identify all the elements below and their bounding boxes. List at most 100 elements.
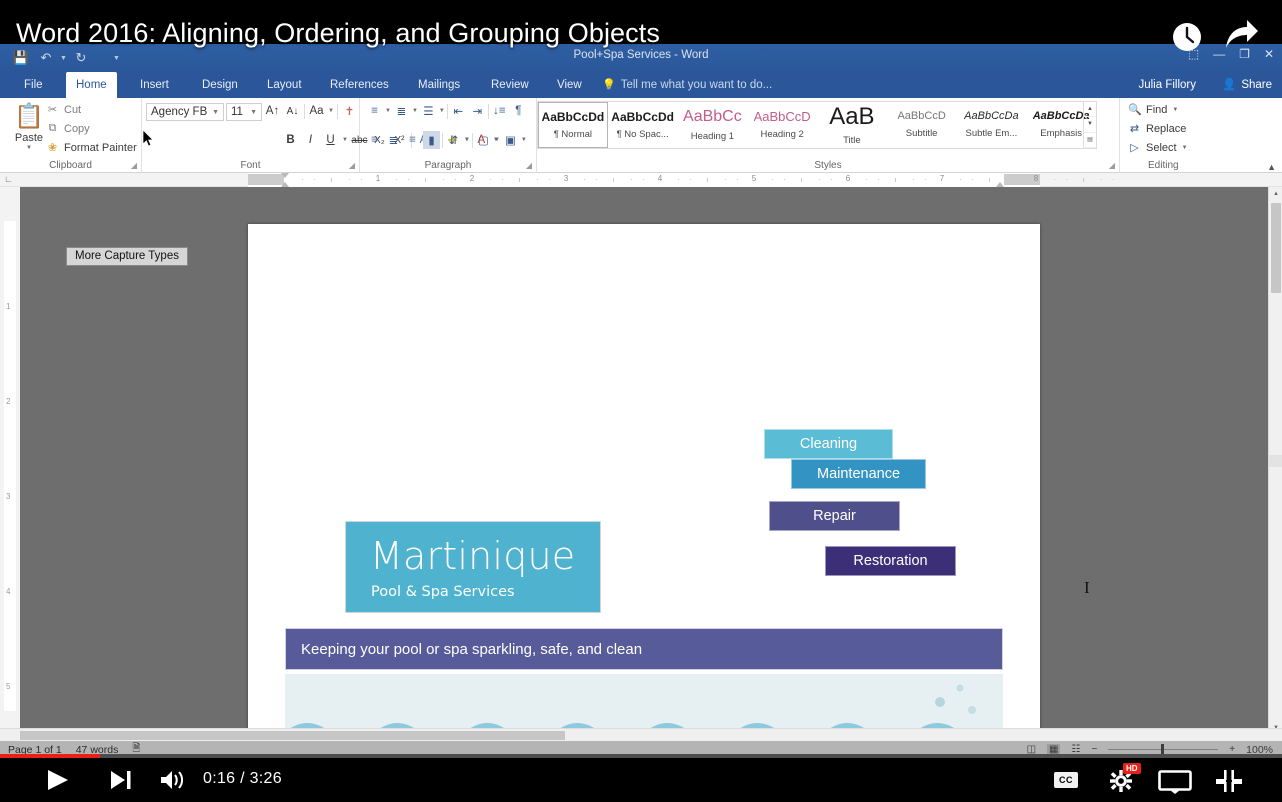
ruler-dot	[489, 179, 491, 180]
style-item-1[interactable]: AaBbCcDd ¶ No Spac...	[608, 102, 678, 148]
tab-design[interactable]: Design	[192, 72, 248, 98]
cut-button[interactable]: ✂ Cut	[46, 103, 81, 117]
bold-icon[interactable]: B	[282, 131, 299, 149]
ruler-half-tick	[989, 178, 990, 182]
justify-icon[interactable]: ▮	[423, 131, 440, 149]
clipboard-dialog-launcher[interactable]: ◢	[131, 161, 137, 170]
tab-mailings[interactable]: Mailings	[408, 72, 470, 98]
style-item-4[interactable]: AaB Title	[817, 102, 887, 148]
grow-font-icon[interactable]: A↑	[264, 102, 281, 120]
gallery-scroll-up-icon[interactable]: ▲	[1083, 102, 1096, 118]
exit-fullscreen-icon[interactable]	[1216, 770, 1242, 792]
styles-dialog-launcher[interactable]: ◢	[1109, 161, 1115, 170]
font-name-combo[interactable]: Agency FB ▼	[146, 103, 224, 121]
shading-icon[interactable]: ▢	[475, 131, 492, 149]
gallery-more-icon[interactable]: ▤	[1083, 132, 1096, 148]
decrease-indent-icon[interactable]: ⇤	[450, 102, 467, 120]
cast-icon[interactable]	[1158, 770, 1192, 794]
horizontal-scrollbar[interactable]	[0, 728, 1282, 741]
clock-icon[interactable]	[1172, 22, 1202, 52]
paragraph-dialog-launcher[interactable]: ◢	[526, 161, 532, 170]
settings-button[interactable]: HD	[1110, 763, 1144, 792]
line-spacing-icon[interactable]: ⇵	[445, 131, 462, 149]
share-button[interactable]: 👤 Share	[1222, 72, 1272, 98]
tab-home[interactable]: Home	[66, 72, 117, 98]
first-line-indent-marker[interactable]	[281, 173, 289, 178]
format-painter-button[interactable]: ❀ Format Painter	[46, 141, 137, 155]
find-button[interactable]: 🔍 Find ▼	[1128, 103, 1178, 117]
style-item-5[interactable]: AaBbCcD Subtitle	[887, 102, 957, 148]
water-waves-image[interactable]	[285, 674, 1003, 735]
replace-button[interactable]: ⇄ Replace	[1128, 122, 1186, 136]
paste-dropdown-icon[interactable]: ▼	[8, 145, 50, 151]
video-progress-track[interactable]	[0, 754, 1282, 758]
underline-dropdown-icon[interactable]: ▼	[342, 137, 348, 143]
captions-button[interactable]: CC	[1054, 772, 1078, 788]
style-item-6[interactable]: AaBbCcDa Subtle Em...	[957, 102, 1027, 148]
bullets-dropdown-icon[interactable]: ▼	[385, 108, 391, 114]
shape-maintenance[interactable]: Maintenance	[791, 459, 926, 489]
next-icon[interactable]	[110, 770, 132, 790]
align-right-icon[interactable]: ≡	[404, 131, 421, 149]
change-case-dropdown-icon[interactable]: ▼	[328, 108, 334, 114]
tagline-banner[interactable]: Keeping your pool or spa sparkling, safe…	[285, 628, 1003, 670]
play-icon[interactable]	[46, 769, 70, 791]
line-spacing-dropdown-icon[interactable]: ▼	[464, 137, 470, 143]
vertical-ruler[interactable]: 1 2 3 4 5	[0, 187, 20, 735]
scroll-up-icon[interactable]: ▲	[1269, 187, 1282, 201]
gallery-scroll-down-icon[interactable]: ▼	[1083, 117, 1096, 133]
clear-formatting-icon[interactable]: ✝	[341, 102, 358, 120]
style-item-3[interactable]: AaBbCcD Heading 2	[747, 102, 817, 148]
shape-restoration[interactable]: Restoration	[825, 546, 956, 576]
horizontal-scrollbar-thumb[interactable]	[20, 731, 565, 740]
borders-icon[interactable]: ▣	[502, 131, 519, 149]
numbering-dropdown-icon[interactable]: ▼	[412, 108, 418, 114]
shrink-font-icon[interactable]: A↓	[284, 102, 301, 120]
tab-view[interactable]: View	[547, 72, 592, 98]
vertical-scrollbar[interactable]: ▲ ▼	[1268, 187, 1282, 735]
collapse-ribbon-icon[interactable]: ▲	[1267, 162, 1276, 172]
change-case-icon[interactable]: Aa	[308, 102, 325, 120]
vertical-scrollbar-thumb[interactable]	[1271, 203, 1281, 293]
copy-button[interactable]: ⧉ Copy	[46, 122, 90, 135]
show-formatting-marks-icon[interactable]: ¶	[510, 102, 527, 120]
shape-repair[interactable]: Repair	[769, 501, 900, 531]
underline-icon[interactable]: U	[322, 131, 339, 149]
account-name[interactable]: Julia Fillory	[1138, 72, 1196, 98]
font-size-combo[interactable]: 11 ▼	[226, 103, 262, 121]
tab-file[interactable]: File	[14, 72, 53, 98]
borders-dropdown-icon[interactable]: ▼	[521, 137, 527, 143]
select-button[interactable]: ▷ Select ▼	[1128, 141, 1188, 155]
shape-cleaning[interactable]: Cleaning	[764, 429, 893, 459]
tab-review[interactable]: Review	[481, 72, 539, 98]
align-center-icon[interactable]: ≣	[385, 131, 402, 149]
close-icon[interactable]: ✕	[1264, 48, 1274, 60]
multilevel-dropdown-icon[interactable]: ▼	[439, 108, 445, 114]
shape-label: Repair	[813, 508, 856, 524]
volume-icon[interactable]	[160, 770, 188, 790]
tell-me-box[interactable]: 💡 Tell me what you want to do...	[602, 72, 772, 98]
share-arrow-icon[interactable]	[1224, 18, 1260, 52]
sort-icon[interactable]: ↓≡	[491, 102, 508, 120]
numbering-icon[interactable]: ≣	[393, 102, 410, 120]
horizontal-ruler[interactable]: 1 2 3 4 5 6 7 8	[248, 173, 1114, 187]
split-window-handle[interactable]	[1269, 455, 1282, 467]
bullets-icon[interactable]: ≡	[366, 102, 383, 120]
italic-icon[interactable]: I	[302, 131, 319, 149]
style-item-0[interactable]: AaBbCcDd ¶ Normal	[538, 102, 608, 148]
tab-insert[interactable]: Insert	[130, 72, 179, 98]
tab-references[interactable]: References	[320, 72, 399, 98]
logo-block[interactable]: Martinique Pool & Spa Services	[345, 521, 601, 613]
select-dropdown-icon[interactable]: ▼	[1182, 145, 1188, 151]
paste-button[interactable]: 📋 Paste ▼	[8, 104, 50, 152]
tab-layout[interactable]: Layout	[257, 72, 312, 98]
tab-selector-icon[interactable]: ∟	[4, 174, 13, 184]
style-item-2[interactable]: AaBbCc Heading 1	[678, 102, 748, 148]
multilevel-list-icon[interactable]: ☰	[420, 102, 437, 120]
shading-dropdown-icon[interactable]: ▼	[494, 137, 500, 143]
align-left-icon[interactable]: ≡	[366, 131, 383, 149]
increase-indent-icon[interactable]: ⇥	[469, 102, 486, 120]
find-dropdown-icon[interactable]: ▼	[1172, 107, 1178, 113]
font-dialog-launcher[interactable]: ◢	[349, 161, 355, 170]
document-page[interactable]: Cleaning Maintenance Repair Restoration …	[248, 224, 1040, 735]
